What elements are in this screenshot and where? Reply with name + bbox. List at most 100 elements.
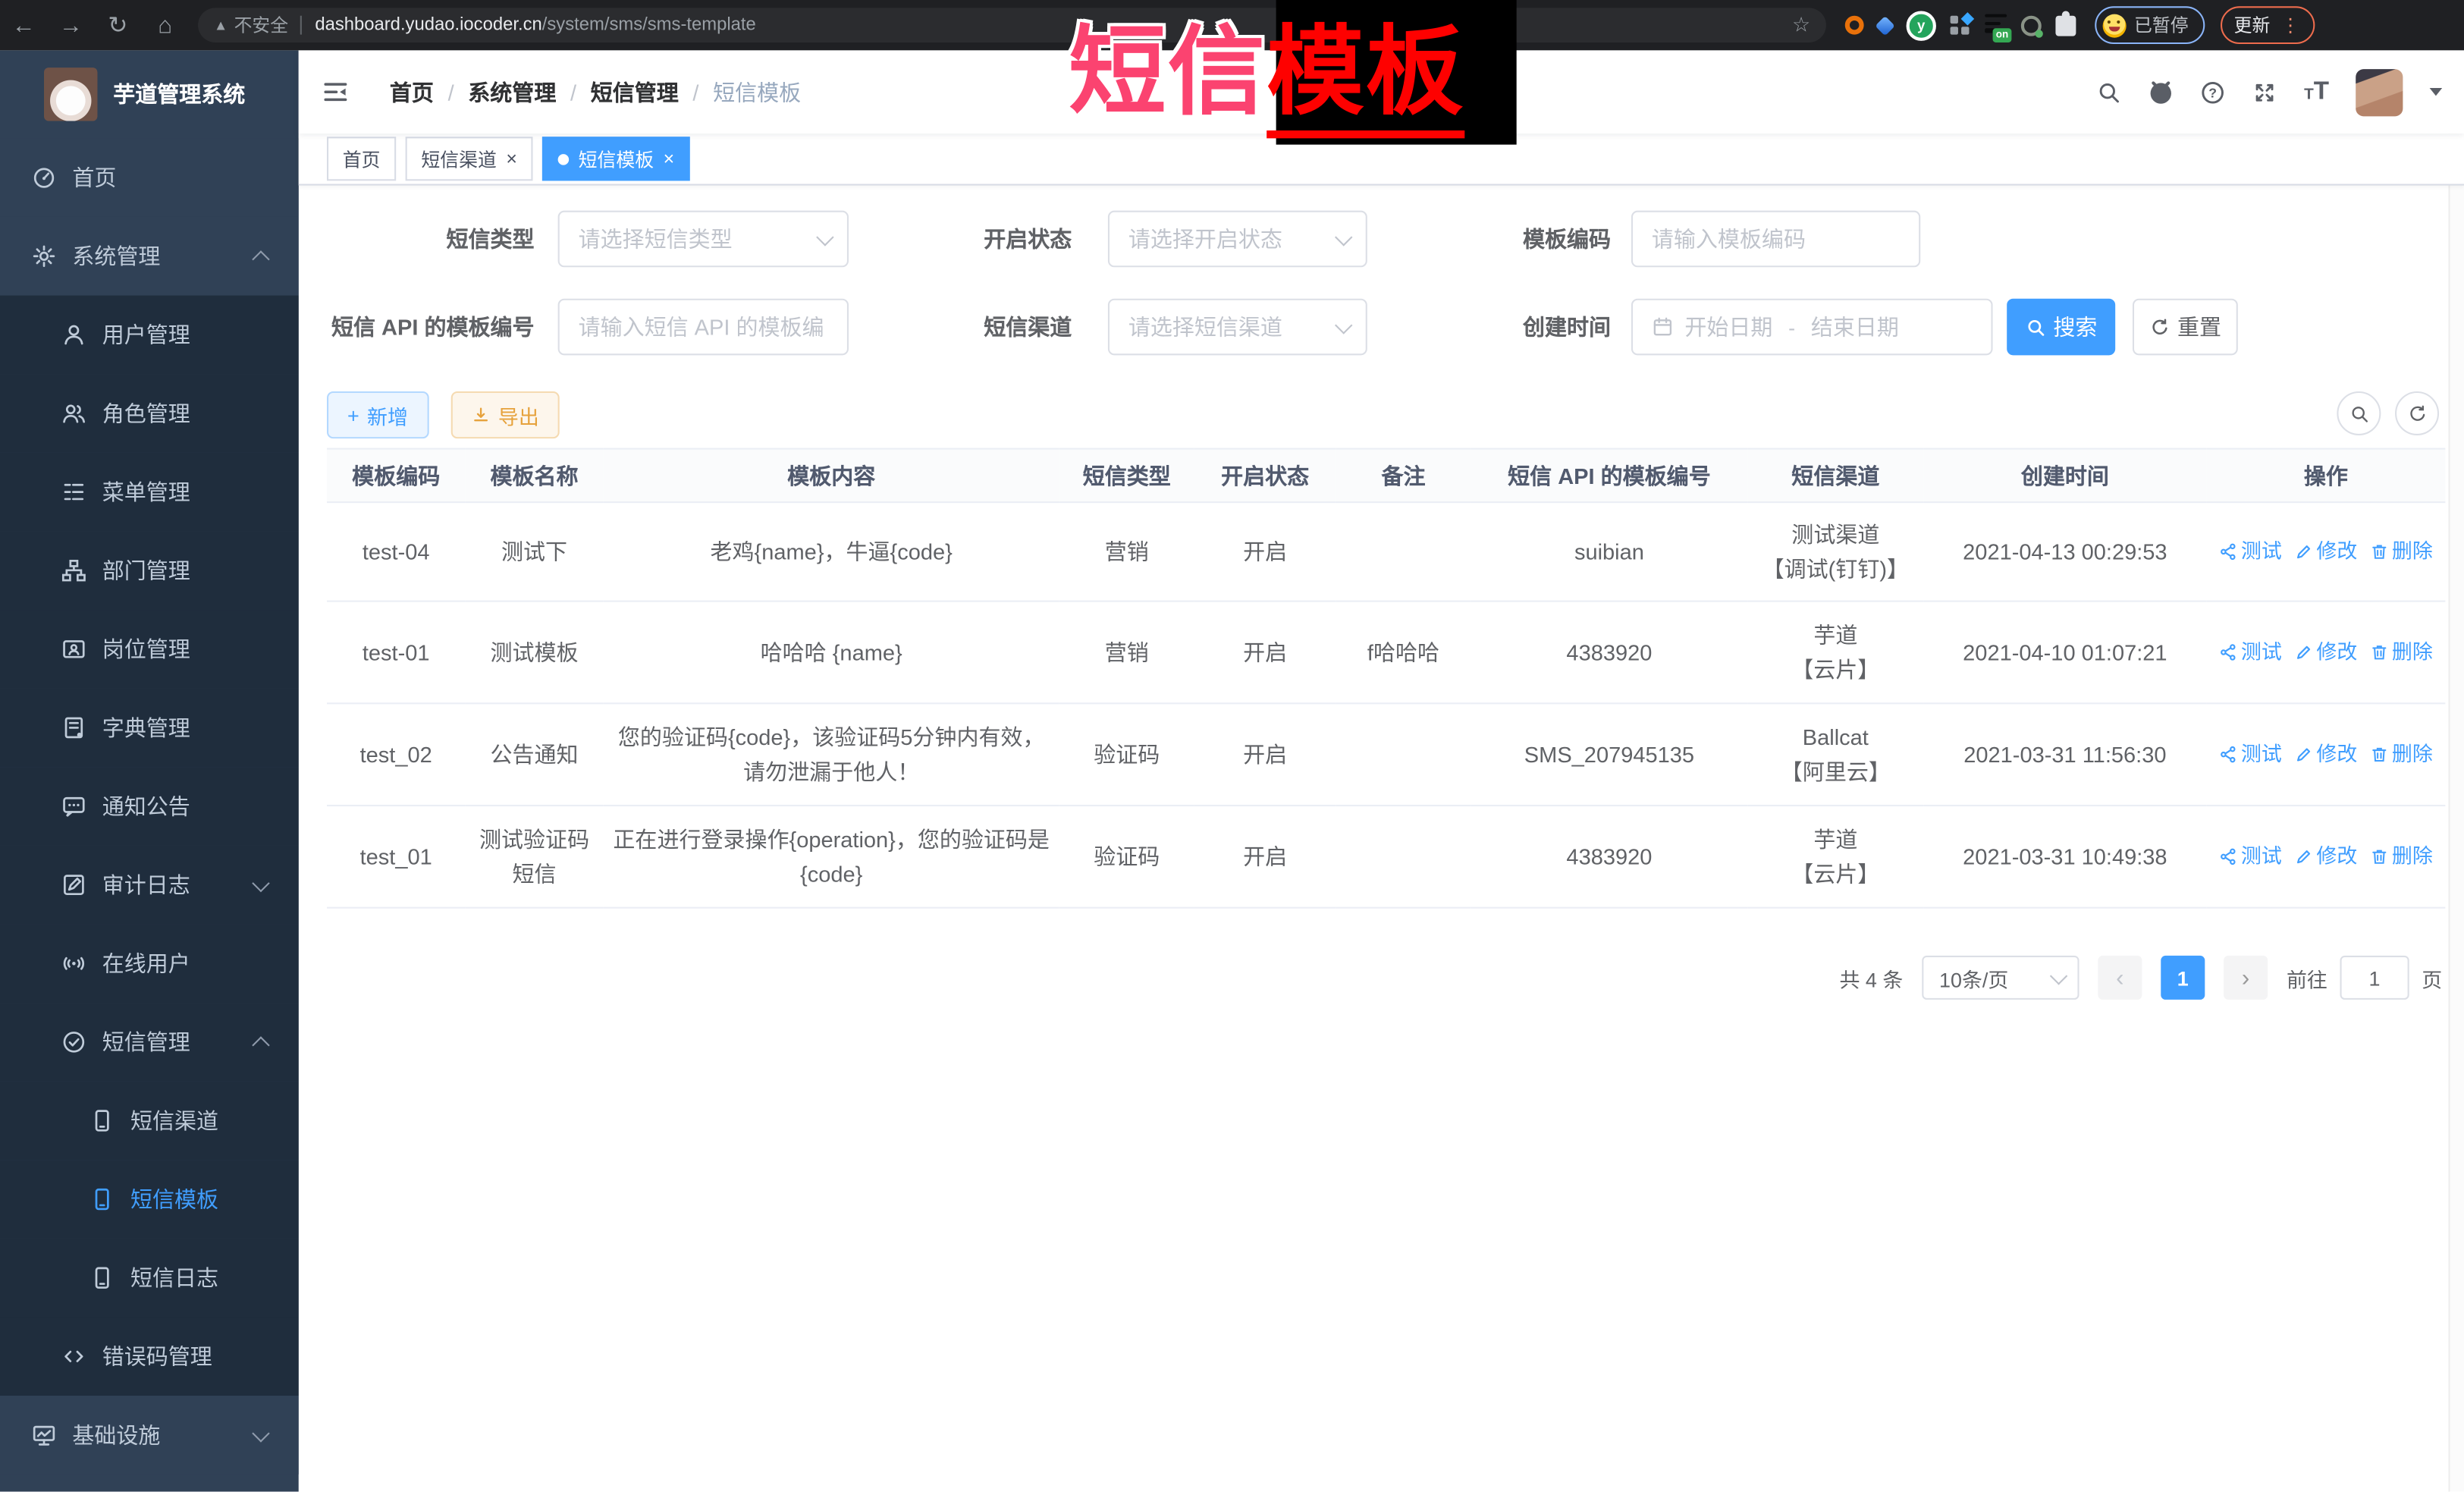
user-avatar[interactable]	[2356, 68, 2403, 115]
delete-link[interactable]: 删除	[2370, 738, 2433, 771]
extension-grid-icon[interactable]	[1951, 15, 1971, 36]
extension-spy-icon[interactable]	[2021, 15, 2042, 36]
channel-name: 芋道	[1757, 821, 1914, 856]
sidebar-item-system-mgmt[interactable]: 系统管理	[0, 217, 299, 296]
trash-icon	[2370, 542, 2389, 561]
extension-orange-icon[interactable]	[1845, 16, 1864, 35]
page-scrollbar[interactable]	[2448, 50, 2464, 1491]
test-link[interactable]: 测试	[2219, 636, 2282, 668]
font-size-icon[interactable]: TT	[2304, 78, 2329, 106]
delete-link[interactable]: 删除	[2370, 840, 2433, 873]
sidebar-item-sms-log[interactable]: 短信日志	[0, 1239, 299, 1318]
sidebar-item-sms-mgmt[interactable]: 短信管理	[0, 1003, 299, 1082]
next-page-button[interactable]: ›	[2224, 956, 2268, 1000]
delete-link[interactable]: 删除	[2370, 536, 2433, 568]
browser-forward-button[interactable]: →	[47, 12, 94, 39]
cell-channel: 芋道【云片】	[1747, 806, 1923, 908]
edit-icon	[2294, 642, 2313, 661]
reset-button[interactable]: 重置	[2133, 299, 2238, 356]
users-icon	[61, 400, 86, 426]
prev-page-button[interactable]: ‹	[2098, 956, 2142, 1000]
sidebar-item-infrastructure[interactable]: 基础设施	[0, 1396, 299, 1475]
tab-sms-template[interactable]: 短信模板×	[542, 137, 690, 181]
extension-gem-icon[interactable]	[1875, 15, 1894, 35]
sms-channel-select[interactable]: 请选择短信渠道	[1108, 299, 1367, 356]
browser-update-button[interactable]: 更新 ⋮	[2220, 6, 2314, 44]
sidebar-item-sms-channel[interactable]: 短信渠道	[0, 1082, 299, 1161]
browser-home-button[interactable]: ⌂	[141, 12, 188, 39]
edit-icon	[2294, 847, 2313, 866]
sidebar-item-user-mgmt[interactable]: 用户管理	[0, 296, 299, 375]
browser-back-button[interactable]: ←	[0, 12, 47, 39]
avatar-dropdown-caret[interactable]	[2430, 88, 2443, 96]
sidebar-item-post-mgmt[interactable]: 岗位管理	[0, 610, 299, 689]
refresh-icon	[2407, 404, 2428, 424]
quick-search-button[interactable]	[2337, 391, 2381, 435]
trash-icon	[2370, 847, 2389, 866]
extensions-puzzle-icon[interactable]	[2055, 15, 2076, 36]
export-button[interactable]: 导出	[451, 391, 560, 438]
browser-menu-icon[interactable]: ⋮	[2281, 14, 2300, 36]
test-link[interactable]: 测试	[2219, 738, 2282, 771]
sidebar-item-label: 首页	[72, 162, 116, 193]
sidebar-toggle-button[interactable]	[322, 79, 349, 114]
extension-list-on-icon[interactable]: on	[1985, 14, 2007, 36]
breadcrumb-home[interactable]: 首页	[390, 77, 434, 108]
breadcrumb-system[interactable]: 系统管理	[468, 77, 556, 108]
sidebar-item-online-users[interactable]: 在线用户	[0, 924, 299, 1003]
breadcrumb-sms[interactable]: 短信管理	[591, 77, 679, 108]
add-button[interactable]: + 新增	[327, 391, 428, 438]
sidebar-item-role-mgmt[interactable]: 角色管理	[0, 374, 299, 453]
api-template-id-input-wrap[interactable]	[558, 299, 849, 356]
edit-link[interactable]: 修改	[2294, 840, 2357, 873]
sidebar-item-notice[interactable]: 通知公告	[0, 767, 299, 846]
cell-created: 2021-03-31 10:49:38	[1923, 806, 2206, 908]
profile-emoji-avatar	[2103, 14, 2127, 37]
refresh-table-button[interactable]	[2395, 391, 2439, 435]
channel-provider: 【调试(钉钉)】	[1757, 551, 1914, 586]
edit-link[interactable]: 修改	[2294, 536, 2357, 568]
edit-link[interactable]: 修改	[2294, 738, 2357, 771]
extension-green-icon[interactable]: y	[1907, 10, 1936, 39]
template-code-input-wrap[interactable]	[1631, 211, 1920, 268]
bookmark-star-icon[interactable]: ☆	[1792, 13, 1810, 38]
sidebar-item-audit-log[interactable]: 审计日志	[0, 846, 299, 925]
browser-reload-button[interactable]: ↻	[94, 11, 141, 39]
app-root: ← → ↻ ⌂ ▲ 不安全 dashboard.yudao.iocoder.cn…	[0, 0, 2464, 1492]
tab-home[interactable]: 首页	[327, 137, 396, 181]
start-date-placeholder: 开始日期	[1684, 311, 1772, 342]
sms-type-select[interactable]: 请选择短信类型	[558, 211, 849, 268]
delete-link[interactable]: 删除	[2370, 636, 2433, 668]
search-icon[interactable]	[2097, 80, 2122, 105]
test-link[interactable]: 测试	[2219, 840, 2282, 873]
api-template-id-input[interactable]	[579, 314, 832, 339]
search-button[interactable]: 搜索	[2007, 299, 2115, 356]
profile-paused-pill[interactable]: 已暂停	[2095, 6, 2204, 44]
goto-page-input[interactable]	[2340, 956, 2409, 1000]
channel-name: 芋道	[1757, 617, 1914, 652]
enable-status-select[interactable]: 请选择开启状态	[1108, 211, 1367, 268]
address-bar[interactable]: ▲ 不安全 dashboard.yudao.iocoder.cn /system…	[198, 8, 1826, 42]
sidebar-item-home[interactable]: 首页	[0, 138, 299, 217]
test-link[interactable]: 测试	[2219, 536, 2282, 568]
help-icon[interactable]: ?	[2200, 80, 2225, 105]
close-icon[interactable]: ×	[664, 149, 675, 168]
channel-name: 测试渠道	[1757, 517, 1914, 551]
date-range-picker[interactable]: 开始日期 - 结束日期	[1631, 299, 1993, 356]
app-logo[interactable]: 芋道管理系统	[0, 50, 299, 138]
tab-sms-channel[interactable]: 短信渠道×	[406, 137, 533, 181]
edit-link[interactable]: 修改	[2294, 636, 2357, 668]
close-icon[interactable]: ×	[506, 149, 517, 168]
security-label: 不安全	[234, 13, 288, 38]
github-icon[interactable]	[2149, 80, 2174, 105]
fullscreen-icon[interactable]	[2252, 80, 2277, 105]
cell-remark	[1336, 703, 1471, 806]
sidebar-item-dept-mgmt[interactable]: 部门管理	[0, 531, 299, 610]
page-size-select[interactable]: 10条/页	[1922, 956, 2079, 1000]
current-page-button[interactable]: 1	[2161, 956, 2205, 1000]
sidebar-item-menu-mgmt[interactable]: 菜单管理	[0, 453, 299, 532]
sidebar-item-sms-template[interactable]: 短信模板	[0, 1160, 299, 1239]
sidebar-item-dict-mgmt[interactable]: 字典管理	[0, 689, 299, 768]
template-code-input[interactable]	[1652, 226, 1904, 251]
sidebar-item-error-code[interactable]: 错误码管理	[0, 1318, 299, 1396]
